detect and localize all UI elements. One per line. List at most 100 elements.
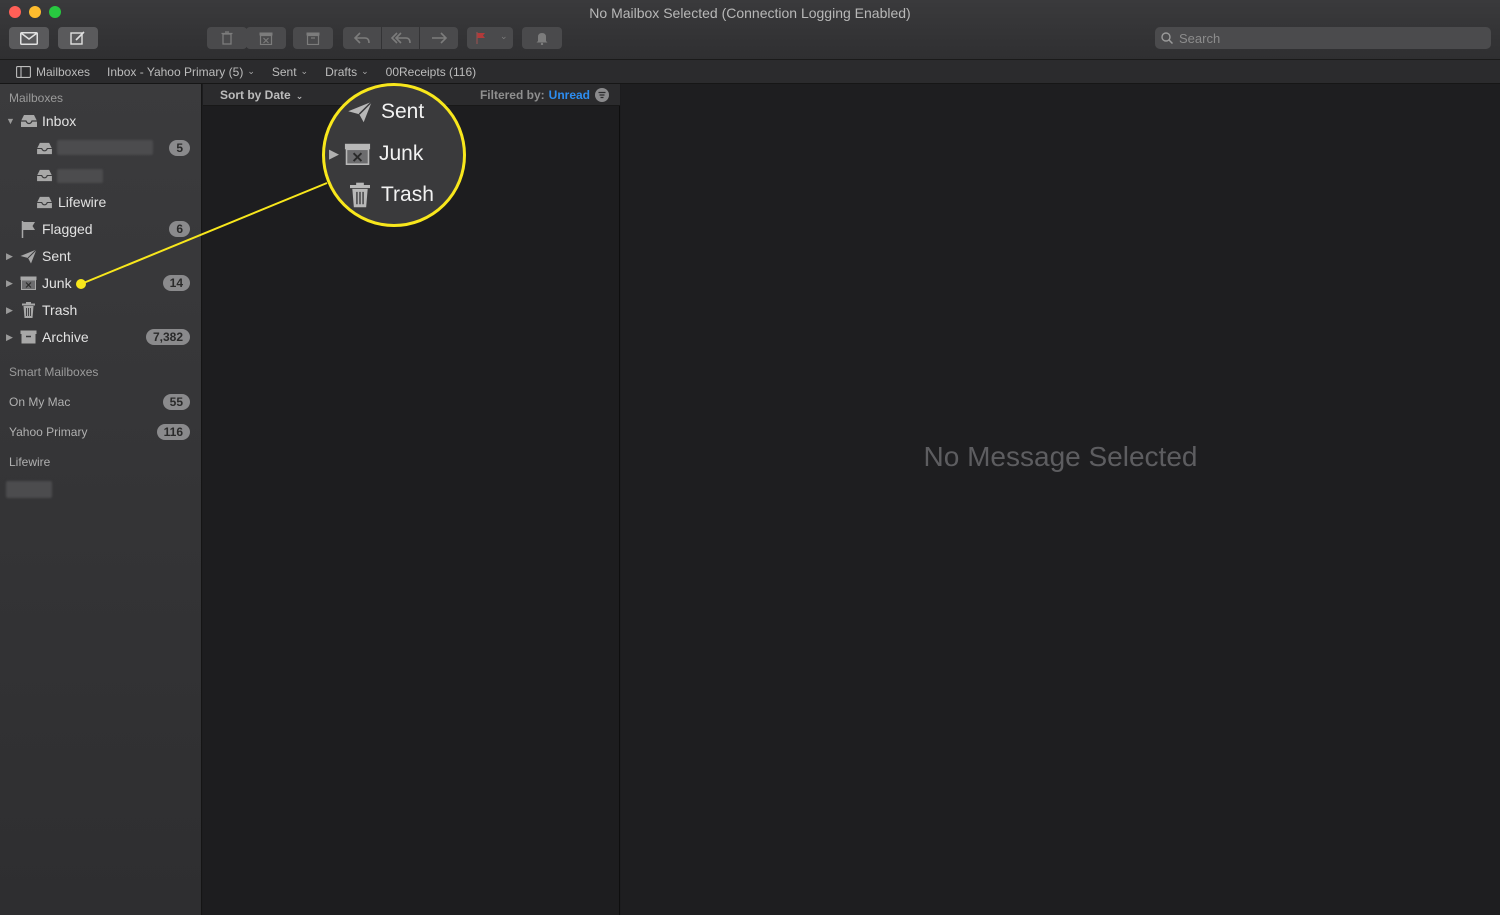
compose-button[interactable] [58, 27, 98, 49]
reply-all-icon [390, 32, 411, 44]
chevron-down-icon: ⌄ [247, 66, 255, 76]
favorites-item-inbox[interactable]: Inbox - Yahoo Primary (5) ⌄ [107, 65, 255, 79]
filter-icon[interactable] [595, 88, 609, 102]
callout-label: Sent [381, 100, 425, 123]
flag-button[interactable]: ⌄ [467, 27, 513, 49]
sidebar-item-sent[interactable]: ▶ Sent [0, 244, 202, 268]
callout-item-sent: Sent [347, 100, 424, 124]
favorites-item-label: Mailboxes [36, 64, 91, 79]
archive-box-icon [306, 32, 320, 45]
reply-all-button[interactable] [382, 27, 419, 49]
filter-label: Filtered by: [479, 88, 545, 102]
callout-magnifier: Sent ▶ Junk Trash [322, 83, 466, 227]
favorites-item-label: Sent [271, 64, 297, 79]
forward-button[interactable] [420, 27, 458, 49]
window-title: No Mailbox Selected (Connection Logging … [589, 5, 911, 21]
disclosure-closed-icon: ▶ [329, 146, 339, 161]
chevron-down-icon: ⌄ [500, 31, 508, 41]
favorites-bar: Mailboxes Inbox - Yahoo Primary (5) ⌄ Sen… [0, 60, 1500, 84]
sidebar-item-label: Trash [42, 302, 78, 318]
forward-icon [432, 32, 447, 44]
count-badge: 14 [162, 275, 190, 291]
sidebar-item-label: Yahoo Primary [9, 425, 88, 439]
favorites-item-label: Inbox - Yahoo Primary (5) [107, 64, 244, 79]
inbox-tray-icon [36, 196, 53, 209]
sidebar-item-label: Sent [42, 248, 71, 264]
sort-by-date-button[interactable]: Sort by Date ⌄ [220, 88, 303, 102]
disclosure-closed-icon: ▶ [6, 277, 13, 288]
chevron-down-icon: ⌄ [295, 91, 304, 101]
disclosure-closed-icon: ▶ [6, 331, 13, 342]
chevron-down-icon: ⌄ [361, 66, 369, 76]
compose-icon [70, 31, 85, 45]
bell-icon [536, 33, 548, 45]
delete-button[interactable] [207, 27, 247, 49]
search-field[interactable] [1155, 27, 1491, 49]
sidebar-account-on-my-mac[interactable]: On My Mac 55 [0, 390, 202, 414]
trash-icon [22, 302, 35, 318]
favorites-item-label: 00Receipts (116) [385, 64, 477, 79]
count-badge: 7,382 [145, 329, 190, 345]
sidebar-account-lifewire[interactable]: Lifewire [0, 450, 202, 474]
junk-box-icon [344, 143, 371, 165]
flag-icon [21, 220, 36, 238]
reply-icon [354, 32, 370, 44]
sidebar-item-inbox-account-2[interactable] [0, 163, 202, 187]
sidebar-toggle-icon [16, 65, 31, 78]
paper-plane-icon [20, 248, 37, 264]
redacted-account-name [57, 169, 103, 183]
chevron-down-icon: ⌄ [300, 66, 309, 76]
get-mail-button[interactable] [9, 27, 49, 49]
sidebar-account-yahoo-primary[interactable]: Yahoo Primary 116 [0, 420, 202, 444]
section-header-smart-mailboxes: Smart Mailboxes [9, 365, 99, 379]
junk-box-icon [20, 276, 37, 290]
count-badge: 116 [156, 424, 190, 440]
sidebar-item-label: Lifewire [58, 194, 107, 210]
sidebar-item-label: Inbox [42, 113, 77, 129]
count-badge: 6 [169, 221, 190, 237]
paper-plane-icon [348, 101, 373, 123]
unread-count-badge: 5 [169, 140, 190, 156]
sidebar-item-junk[interactable]: ▶ Junk 14 [0, 271, 202, 295]
inbox-tray-icon [36, 169, 53, 182]
callout-label: Trash [381, 183, 434, 206]
archive-button[interactable] [293, 27, 333, 49]
junk-button[interactable] [246, 27, 286, 49]
sort-label: Sort by Date [220, 88, 291, 102]
search-icon [1161, 32, 1173, 44]
filter-value: Unread [548, 88, 590, 102]
filter-status[interactable]: Filtered by: Unread [480, 88, 590, 102]
mailbox-sidebar: Mailboxes ▼ Inbox 5 Lifewire Flagged 6 ▶… [0, 84, 202, 915]
favorites-mailboxes-toggle[interactable]: Mailboxes [16, 65, 90, 79]
search-input[interactable] [1179, 30, 1479, 46]
section-header-mailboxes: Mailboxes [9, 91, 64, 105]
disclosure-closed-icon: ▶ [6, 250, 13, 261]
sidebar-item-inbox[interactable]: ▼ Inbox [0, 109, 202, 133]
sidebar-item-archive[interactable]: ▶ Archive 7,382 [0, 325, 202, 349]
callout-item-junk: ▶ Junk [329, 142, 423, 166]
callout-anchor-dot [76, 279, 86, 289]
reply-button[interactable] [343, 27, 381, 49]
sidebar-item-inbox-account-1[interactable]: 5 [0, 136, 202, 160]
sidebar-item-label: Archive [42, 329, 89, 345]
redacted-account-name [57, 140, 153, 155]
sidebar-item-label: Flagged [42, 221, 93, 237]
inbox-tray-icon [20, 114, 38, 128]
archive-box-icon [20, 330, 37, 344]
sidebar-item-label: Junk [42, 275, 72, 291]
favorites-item-label: Drafts [325, 64, 358, 79]
sidebar-item-flagged[interactable]: Flagged 6 [0, 217, 202, 241]
empty-state-text: No Message Selected [923, 441, 1198, 472]
title-bar: No Mailbox Selected (Connection Logging … [0, 0, 1500, 60]
flag-icon [476, 32, 485, 44]
favorites-item-receipts[interactable]: 00Receipts (116) [386, 65, 477, 79]
callout-item-trash: Trash [350, 182, 434, 208]
disclosure-closed-icon: ▶ [6, 304, 13, 315]
favorites-item-drafts[interactable]: Drafts ⌄ [325, 65, 369, 79]
notifications-button[interactable] [522, 27, 562, 49]
inbox-tray-icon [36, 142, 53, 155]
redacted-account-name [6, 481, 52, 498]
sidebar-item-trash[interactable]: ▶ Trash [0, 298, 202, 322]
sidebar-item-inbox-lifewire[interactable]: Lifewire [0, 190, 202, 214]
favorites-item-sent[interactable]: Sent ⌄ [272, 65, 308, 79]
